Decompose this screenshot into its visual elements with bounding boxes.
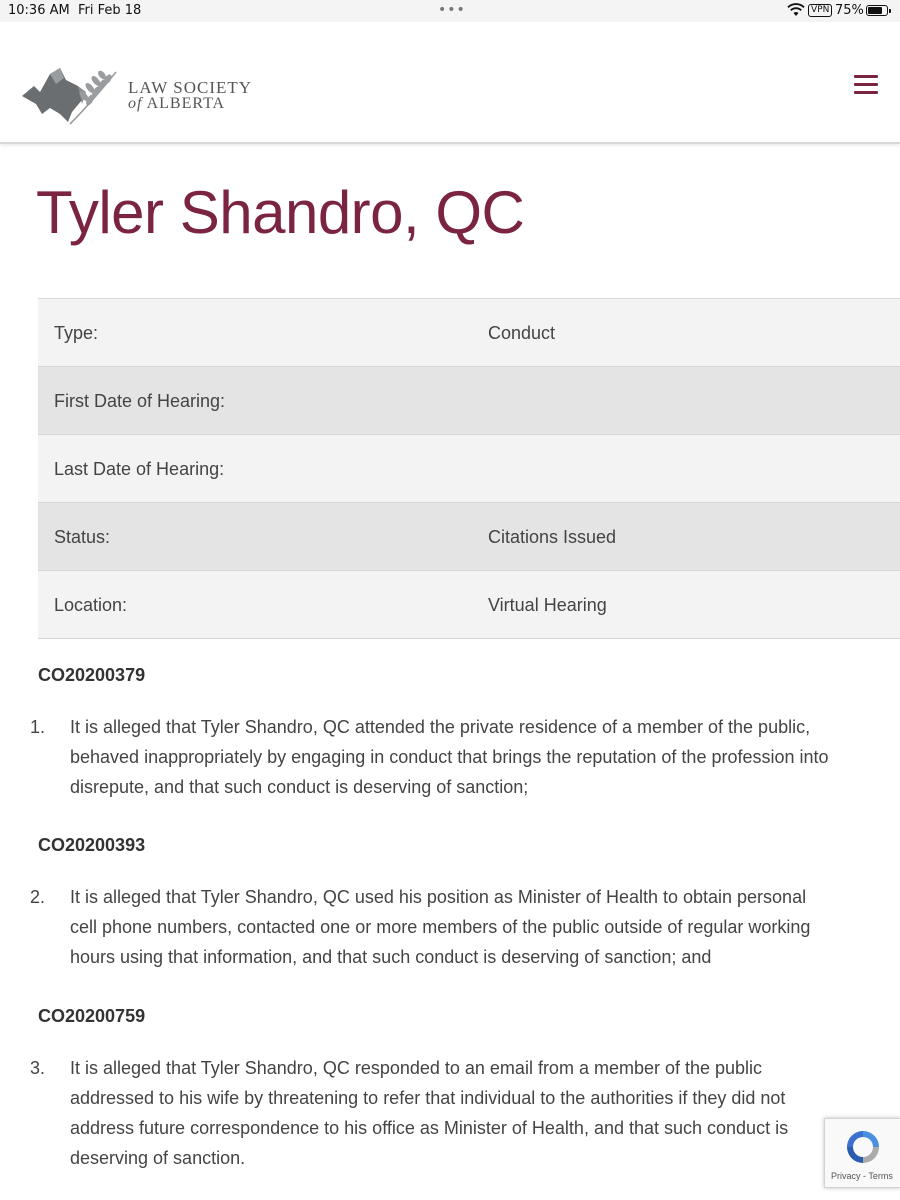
details-label: Location: — [54, 595, 128, 615]
hearing-details-table: Type: Conduct First Date of Hearing: Las… — [38, 298, 900, 639]
law-society-logo[interactable]: LAW SOCIETY of ALBERTA — [20, 64, 260, 128]
wifi-icon — [787, 3, 805, 16]
details-row-location: Location: Virtual Hearing — [38, 571, 900, 639]
status-date: Fri Feb 18 — [78, 3, 142, 18]
details-label: Type: — [54, 323, 99, 343]
details-row-status: Status: Citations Issued — [38, 503, 900, 571]
recaptcha-icon — [847, 1131, 879, 1163]
battery-fill — [868, 7, 882, 14]
case-id: CO20200393 — [38, 835, 146, 855]
case-id: CO20200379 — [38, 665, 146, 685]
multitasking-dots-icon[interactable]: ••• — [438, 2, 466, 18]
case-id: CO20200759 — [38, 1006, 146, 1026]
charge-number: 3. — [30, 1058, 46, 1078]
battery-percent: 75% — [835, 3, 864, 18]
recaptcha-badge[interactable]: Privacy - Terms — [824, 1118, 900, 1188]
site-header: LAW SOCIETY of ALBERTA — [0, 22, 900, 144]
battery-icon — [866, 5, 891, 16]
logo-text-line2: of ALBERTA — [128, 95, 226, 112]
charge-text: It is alleged that Tyler Shandro, QC use… — [70, 887, 811, 967]
charge-text: It is alleged that Tyler Shandro, QC res… — [70, 1058, 789, 1168]
details-label: Last Date of Hearing: — [54, 459, 225, 479]
details-value: Virtual Hearing — [488, 595, 607, 615]
details-row-first-date: First Date of Hearing: — [38, 367, 900, 435]
details-label: Status: — [54, 527, 111, 547]
details-row-type: Type: Conduct — [38, 299, 900, 367]
vpn-badge: VPN — [808, 4, 833, 17]
charge-text: It is alleged that Tyler Shandro, QC att… — [70, 717, 829, 797]
page-title: Tyler Shandro, QC — [36, 179, 525, 246]
details-row-last-date: Last Date of Hearing: — [38, 435, 900, 503]
status-time: 10:36 AM — [8, 3, 70, 18]
charge-number: 1. — [30, 717, 46, 737]
details-label: First Date of Hearing: — [54, 391, 226, 411]
status-bar: 10:36 AM Fri Feb 18 ••• VPN 75% — [0, 0, 900, 22]
recaptcha-links[interactable]: Privacy - Terms — [831, 1171, 893, 1181]
mountain-wheat-logo-icon — [22, 68, 117, 125]
hamburger-menu-icon[interactable] — [854, 75, 878, 95]
charge-number: 2. — [30, 887, 46, 907]
details-value: Citations Issued — [488, 527, 617, 547]
details-value: Conduct — [488, 323, 556, 343]
